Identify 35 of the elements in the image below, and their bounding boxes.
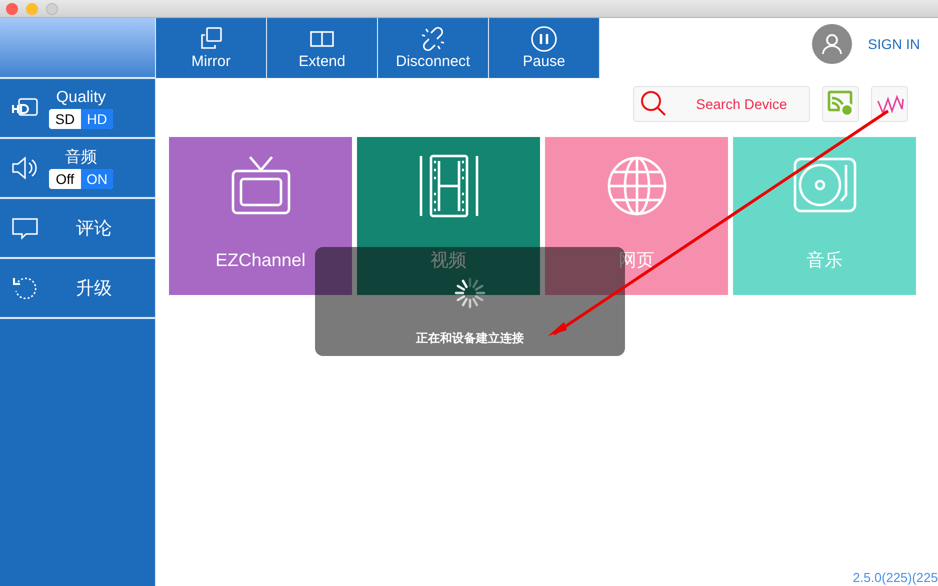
tile-label: 音乐	[806, 249, 842, 272]
tile-label: EZChannel	[215, 249, 306, 272]
wave-icon	[876, 93, 904, 115]
sidebar-label: 升级	[76, 276, 112, 300]
zoom-button[interactable]	[46, 2, 58, 14]
minimize-button[interactable]	[26, 2, 38, 14]
toast-message: 正在和设备建立连接	[416, 330, 524, 347]
version-label: 2.5.0(225)(225	[852, 570, 938, 586]
sidebar-item[interactable]: Quality SD HD	[0, 79, 155, 139]
switch-option[interactable]: ON	[81, 168, 113, 188]
setting-label: 音频	[65, 148, 97, 168]
sidebar-label: 评论	[76, 216, 112, 240]
sidebar-item[interactable]: 评论	[0, 199, 155, 259]
toolbar-button[interactable]: Mirror	[156, 18, 267, 78]
loading-spinner-icon	[453, 276, 487, 310]
wave-logo-button[interactable]	[871, 86, 908, 122]
toolbar-button[interactable]: Pause	[489, 18, 600, 78]
pause-icon	[529, 25, 559, 53]
sidebar-item[interactable]: 升级	[0, 259, 155, 319]
cast-icon	[826, 90, 854, 118]
search-device-button[interactable]: Search Device	[633, 86, 810, 122]
tile-label: 视频	[430, 249, 466, 272]
avatar-icon[interactable]	[812, 24, 852, 64]
setting-label: Quality	[56, 88, 106, 108]
segmented-switch[interactable]: SD HD	[49, 108, 113, 128]
segmented-switch[interactable]: Off ON	[49, 168, 113, 188]
sign-in-link[interactable]: SIGN IN	[868, 34, 920, 54]
toolbar-button[interactable]: Extend	[267, 18, 378, 78]
cast-button[interactable]	[822, 86, 859, 122]
toolbar-button[interactable]: Disconnect	[378, 18, 489, 78]
search-icon	[640, 90, 668, 118]
close-button[interactable]	[6, 2, 18, 14]
switch-option[interactable]: HD	[81, 108, 113, 128]
sidebar-item[interactable]: 音频 Off ON	[0, 139, 155, 199]
category-tile[interactable]: EZChannel	[169, 137, 352, 295]
